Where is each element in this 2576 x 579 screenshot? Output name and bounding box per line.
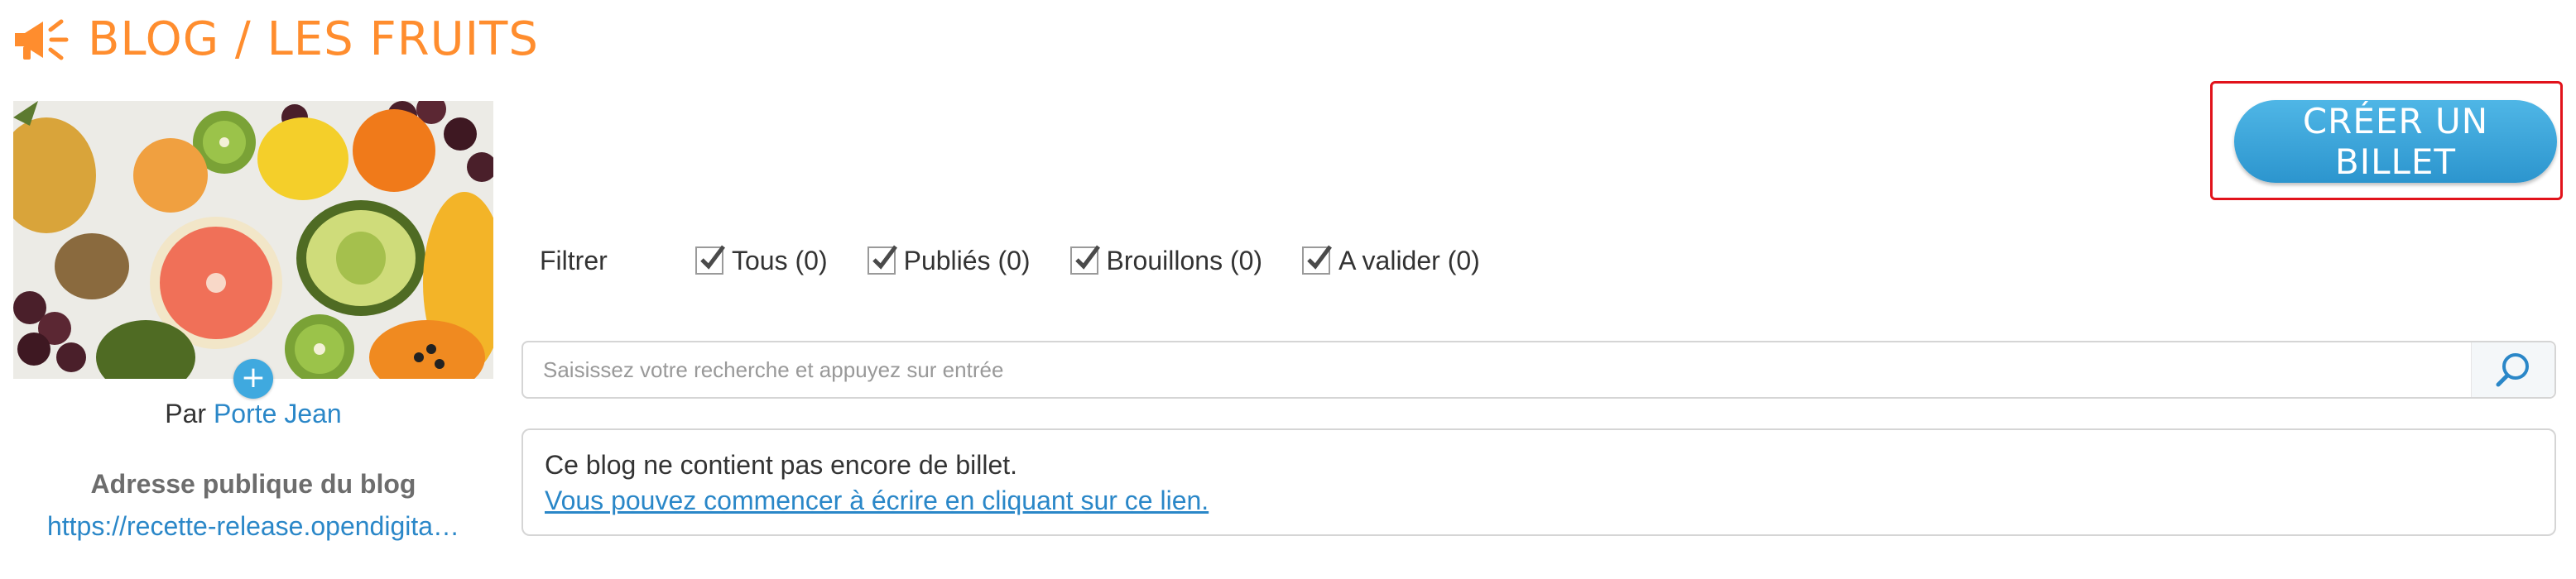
blog-cover-image[interactable]: + (13, 101, 493, 399)
megaphone-icon (15, 19, 69, 60)
create-post-button[interactable]: CRÉER UN BILLET (2234, 100, 2557, 183)
search-button[interactable] (2471, 342, 2554, 397)
blog-sidebar: + Par Porte Jean Adresse publique du blo… (13, 101, 493, 542)
filter-to-validate[interactable]: A valider (0) (1302, 245, 1480, 276)
search-bar (521, 341, 2556, 399)
filter-published-label: Publiés (0) (903, 245, 1031, 275)
filter-published[interactable]: Publiés (0) (867, 245, 1031, 276)
page-title: BLOG / LES FRUITS (88, 12, 539, 66)
fruits-image (13, 101, 493, 379)
filter-all-label: Tous (0) (732, 245, 828, 275)
checkbox-drafts[interactable] (1069, 245, 1100, 275)
public-address-link[interactable]: https://recette-release.opendigita… (13, 511, 493, 542)
check-icon (1307, 245, 1333, 270)
page-header: BLOG / LES FRUITS (12, 7, 539, 73)
check-icon (700, 245, 725, 270)
check-icon (1074, 245, 1100, 270)
add-image-button[interactable]: + (233, 359, 273, 399)
filter-all[interactable]: Tous (0) (695, 245, 828, 276)
empty-posts-panel: Ce blog ne contient pas encore de billet… (521, 428, 2556, 536)
public-address-label: Adresse publique du blog (90, 469, 416, 499)
filter-to-validate-label: A valider (0) (1338, 245, 1480, 275)
filter-drafts-label: Brouillons (0) (1106, 245, 1263, 275)
author-link[interactable]: Porte Jean (214, 399, 342, 428)
checkbox-to-validate[interactable] (1302, 245, 1333, 275)
filter-drafts[interactable]: Brouillons (0) (1069, 245, 1263, 276)
start-writing-link[interactable]: Vous pouvez commencer à écrire en cliqua… (545, 486, 1209, 516)
search-icon (2496, 353, 2529, 387)
empty-message: Ce blog ne contient pas encore de billet… (545, 450, 1018, 480)
author-line: Par Porte Jean (13, 399, 493, 429)
create-button-highlight: CRÉER UN BILLET (2210, 81, 2563, 200)
author-prefix: Par (165, 399, 207, 428)
checkbox-all[interactable] (695, 245, 725, 275)
check-icon (872, 245, 897, 270)
filter-label: Filtrer (540, 245, 608, 275)
checkbox-published[interactable] (867, 245, 897, 275)
filter-bar: Filtrer Tous (0) Publiés (0) Brouillons … (540, 240, 1520, 281)
search-input[interactable] (541, 344, 2471, 395)
